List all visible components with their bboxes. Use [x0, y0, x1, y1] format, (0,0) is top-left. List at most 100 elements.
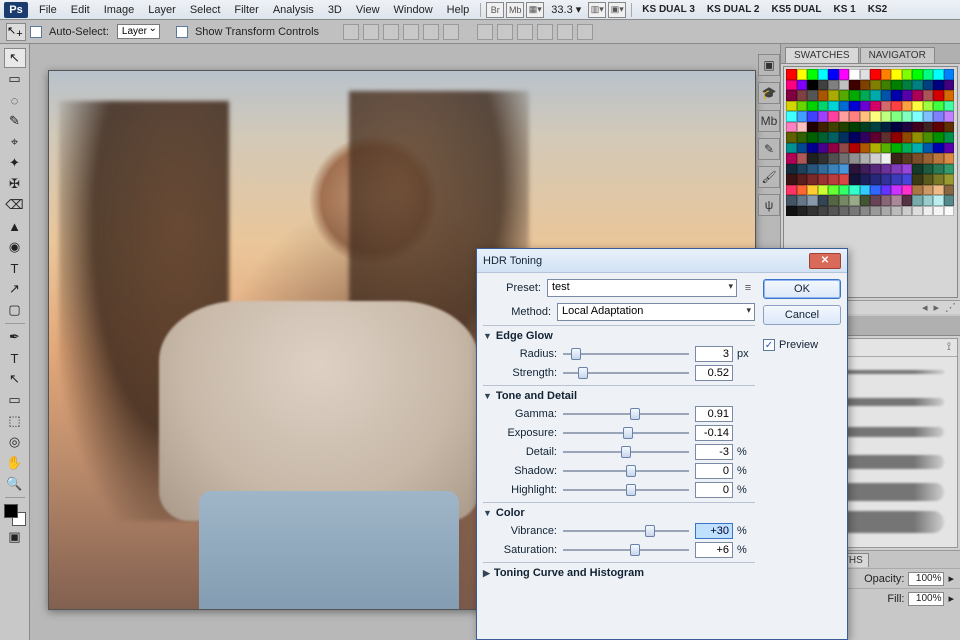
align-right-icon[interactable] — [443, 24, 459, 40]
swatch[interactable] — [797, 195, 808, 206]
swatch[interactable] — [870, 153, 881, 164]
move-tool-preset-icon[interactable]: ↖+ — [6, 23, 26, 41]
swatch[interactable] — [933, 153, 944, 164]
swatch[interactable] — [902, 195, 913, 206]
swatch[interactable] — [797, 185, 808, 196]
swatch[interactable] — [933, 101, 944, 112]
swatch[interactable] — [807, 122, 818, 133]
swatch[interactable] — [891, 101, 902, 112]
swatch[interactable] — [944, 111, 955, 122]
swatch[interactable] — [860, 174, 871, 185]
highlight-slider[interactable] — [563, 483, 689, 497]
swatch[interactable] — [933, 206, 944, 217]
swatch[interactable] — [870, 132, 881, 143]
swatch[interactable] — [807, 153, 818, 164]
swatch[interactable] — [923, 185, 934, 196]
swatch[interactable] — [944, 132, 955, 143]
swatch[interactable] — [870, 101, 881, 112]
cancel-button[interactable]: Cancel — [763, 305, 841, 325]
swatch[interactable] — [839, 132, 850, 143]
radius-input[interactable]: 3 — [695, 346, 733, 362]
swatch[interactable] — [902, 206, 913, 217]
strength-input[interactable]: 0.52 — [695, 365, 733, 381]
swatch[interactable] — [891, 90, 902, 101]
swatch[interactable] — [881, 206, 892, 217]
swatch[interactable] — [828, 101, 839, 112]
swatch[interactable] — [839, 80, 850, 91]
swatch[interactable] — [933, 164, 944, 175]
swatch[interactable] — [881, 164, 892, 175]
swatch[interactable] — [912, 185, 923, 196]
swatch[interactable] — [923, 195, 934, 206]
swatch[interactable] — [881, 90, 892, 101]
swatch[interactable] — [860, 206, 871, 217]
swatch[interactable] — [923, 80, 934, 91]
swatch[interactable] — [807, 111, 818, 122]
swatch[interactable] — [891, 111, 902, 122]
menu-view[interactable]: View — [349, 4, 387, 16]
swatch[interactable] — [933, 90, 944, 101]
swatch[interactable] — [839, 111, 850, 122]
move-tool[interactable]: ↖ — [4, 48, 26, 68]
swatch[interactable] — [839, 164, 850, 175]
menu-analysis[interactable]: Analysis — [266, 4, 321, 16]
shadow-slider[interactable] — [563, 464, 689, 478]
swatch[interactable] — [828, 164, 839, 175]
swatch[interactable] — [818, 153, 829, 164]
launch-bridge-icon[interactable]: Br — [486, 2, 504, 18]
swatch[interactable] — [818, 143, 829, 154]
swatch[interactable] — [818, 111, 829, 122]
curve-twisty-icon[interactable]: ▶ — [483, 568, 490, 579]
swatch[interactable] — [828, 185, 839, 196]
swatch[interactable] — [923, 69, 934, 80]
strength-slider[interactable] — [563, 366, 689, 380]
distribute-right-icon[interactable] — [577, 24, 593, 40]
swatch[interactable] — [786, 101, 797, 112]
swatch[interactable] — [797, 143, 808, 154]
swatch[interactable] — [912, 143, 923, 154]
swatch[interactable] — [944, 153, 955, 164]
swatch[interactable] — [849, 122, 860, 133]
swatch[interactable] — [860, 164, 871, 175]
crop-tool[interactable]: ⌖ — [4, 132, 26, 152]
edge-glow-twisty-icon[interactable]: ▼ — [483, 331, 492, 341]
panel-icon-5[interactable]: 🖌 — [758, 166, 780, 188]
resize-grip-icon[interactable]: ⋰ — [945, 301, 956, 314]
detail-slider[interactable] — [563, 445, 689, 459]
swatch[interactable] — [923, 132, 934, 143]
swatch[interactable] — [860, 90, 871, 101]
marquee-tool[interactable]: ▭ — [4, 69, 26, 89]
swatch[interactable] — [944, 206, 955, 217]
swatch[interactable] — [797, 153, 808, 164]
swatch[interactable] — [786, 69, 797, 80]
healing-brush-tool[interactable]: ✠ — [4, 174, 26, 194]
swatch[interactable] — [797, 132, 808, 143]
swatch[interactable] — [891, 153, 902, 164]
swatch[interactable] — [818, 80, 829, 91]
distribute-top-icon[interactable] — [477, 24, 493, 40]
exposure-input[interactable]: -0.14 — [695, 425, 733, 441]
swatch[interactable] — [786, 80, 797, 91]
swatch[interactable] — [902, 164, 913, 175]
swatch[interactable] — [902, 132, 913, 143]
swatch[interactable] — [944, 80, 955, 91]
menu-edit[interactable]: Edit — [64, 4, 97, 16]
swatch[interactable] — [902, 111, 913, 122]
3d-camera-tool[interactable]: ◎ — [4, 432, 26, 452]
saturation-input[interactable]: +6 — [695, 542, 733, 558]
swatch[interactable] — [912, 80, 923, 91]
swatch[interactable] — [944, 164, 955, 175]
swatch[interactable] — [923, 143, 934, 154]
swatch[interactable] — [923, 153, 934, 164]
swatch[interactable] — [818, 69, 829, 80]
swatch[interactable] — [912, 164, 923, 175]
swatch[interactable] — [923, 164, 934, 175]
swatch[interactable] — [786, 153, 797, 164]
swatch[interactable] — [923, 111, 934, 122]
swatch[interactable] — [912, 69, 923, 80]
swatch[interactable] — [933, 122, 944, 133]
detail-input[interactable]: -3 — [695, 444, 733, 460]
swatch[interactable] — [933, 185, 944, 196]
align-bottom-icon[interactable] — [383, 24, 399, 40]
panel-icon-1[interactable]: ▣ — [758, 54, 780, 76]
